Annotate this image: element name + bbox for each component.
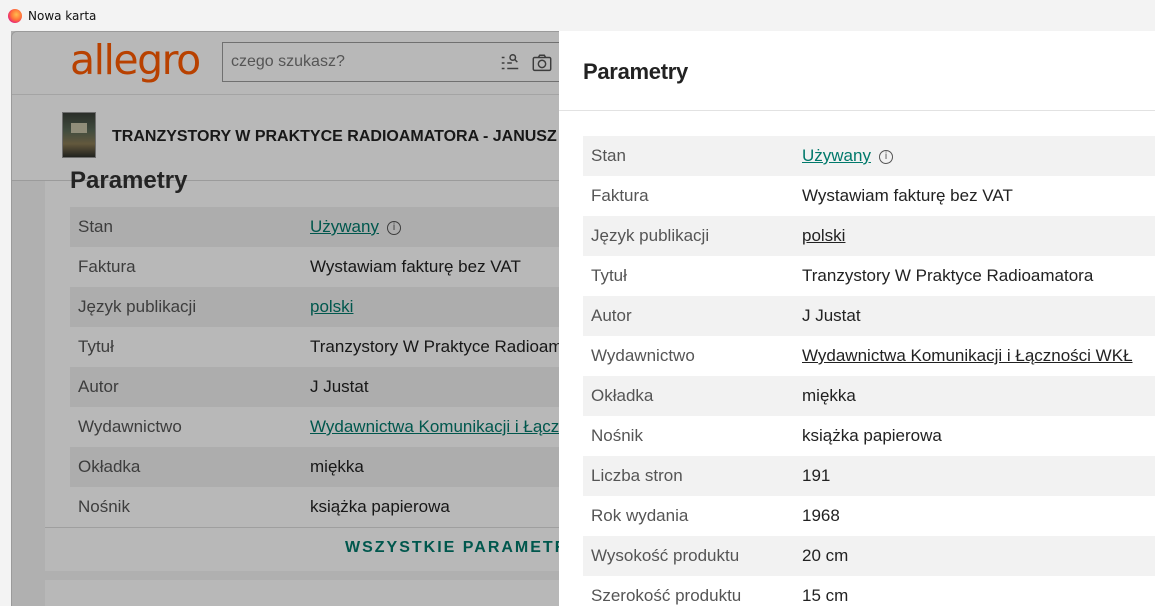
table-row: Język publikacji polski xyxy=(583,216,1155,256)
table-row: Wysokość produktu 20 cm xyxy=(583,536,1155,576)
param-value: 1968 xyxy=(802,506,840,525)
param-label: Język publikacji xyxy=(591,226,710,245)
param-value: Tranzystory W Praktyce Radioamatora xyxy=(802,266,1094,285)
param-value: miękka xyxy=(802,386,856,405)
publisher-link[interactable]: Wydawnictwa Komunikacji i Łączności WKŁ xyxy=(802,346,1133,366)
param-label: Rok wydania xyxy=(591,506,689,525)
table-row: Nośnik książka papierowa xyxy=(583,416,1155,456)
condition-link[interactable]: Używany xyxy=(802,146,871,165)
panel-parameters-table: Stan Używany i Faktura Wystawiam fakturę … xyxy=(583,136,1155,606)
param-label: Tytuł xyxy=(591,266,627,285)
panel-header: Parametry xyxy=(559,31,1155,111)
tab-title[interactable]: Nowa karta xyxy=(28,9,96,23)
table-row: Faktura Wystawiam fakturę bez VAT xyxy=(583,176,1155,216)
param-label: Nośnik xyxy=(591,426,643,445)
param-label: Wydawnictwo xyxy=(591,346,695,365)
language-link[interactable]: polski xyxy=(802,226,845,246)
param-label: Autor xyxy=(591,306,632,325)
table-row: Szerokość produktu 15 cm xyxy=(583,576,1155,606)
info-icon[interactable]: i xyxy=(878,150,893,164)
param-value: książka papierowa xyxy=(802,426,942,445)
param-value: 191 xyxy=(802,466,831,485)
param-value: Wystawiam fakturę bez VAT xyxy=(802,186,1013,205)
param-label: Wysokość produktu xyxy=(591,546,740,565)
parameters-panel: Parametry Stan Używany i Faktura Wystawia… xyxy=(559,31,1155,606)
table-row: Wydawnictwo Wydawnictwa Komunikacji i Łą… xyxy=(583,336,1155,376)
param-label: Stan xyxy=(591,146,626,165)
table-row: Rok wydania 1968 xyxy=(583,496,1155,536)
table-row: Autor J Justat xyxy=(583,296,1155,336)
table-row: Okładka miękka xyxy=(583,376,1155,416)
param-value: 15 cm xyxy=(802,586,849,605)
table-row: Tytuł Tranzystory W Praktyce Radioamator… xyxy=(583,256,1155,296)
param-label: Szerokość produktu xyxy=(591,586,742,605)
param-value: J Justat xyxy=(802,306,861,325)
table-row: Liczba stron 191 xyxy=(583,456,1155,496)
panel-title: Parametry xyxy=(583,59,688,84)
param-label: Faktura xyxy=(591,186,649,205)
firefox-icon xyxy=(8,8,22,23)
param-label: Okładka xyxy=(591,386,654,405)
param-label: Liczba stron xyxy=(591,466,683,485)
param-value: 20 cm xyxy=(802,546,849,565)
browser-titlebar: Nowa karta xyxy=(0,0,1155,31)
table-row: Stan Używany i xyxy=(583,136,1155,176)
